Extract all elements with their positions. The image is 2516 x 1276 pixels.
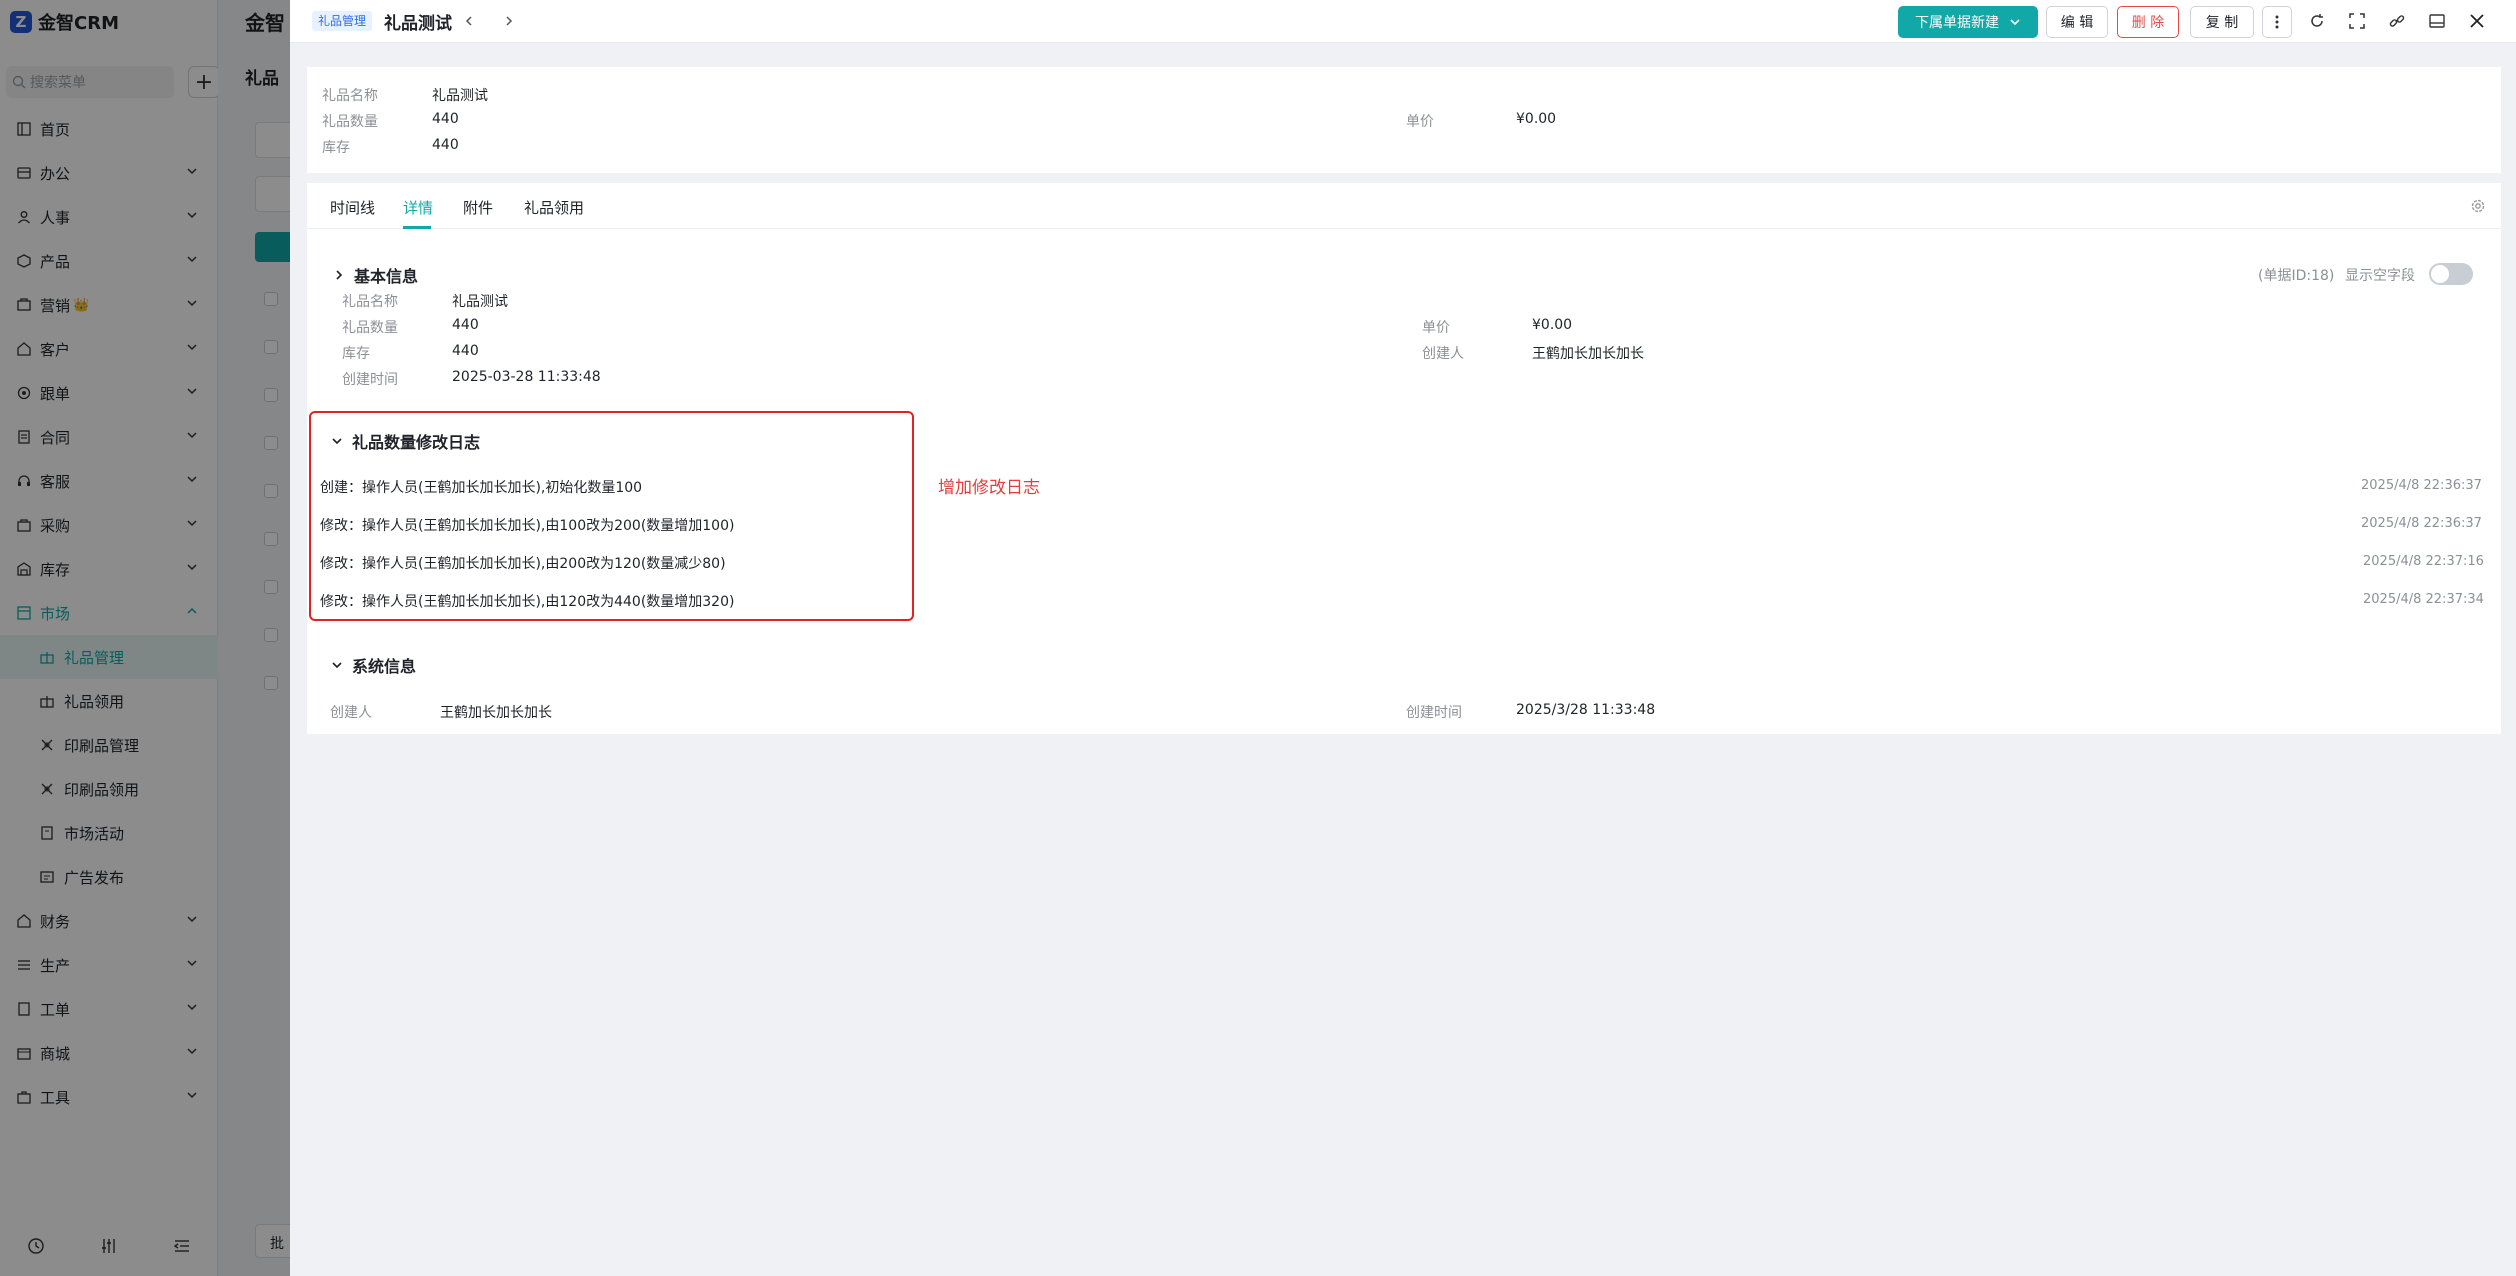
chevron-right-icon [332, 268, 346, 282]
edit-button-label: 编 辑 [2060, 15, 2094, 31]
fullscreen-icon[interactable] [2346, 10, 2368, 32]
summary-card: 礼品名称 礼品测试 礼品数量 440 库存 440 单价 ¥0.00 [307, 67, 2501, 173]
copy-button[interactable]: 复 制 [2190, 6, 2254, 38]
log-entry-time: 2025/4/8 22:37:16 [2363, 554, 2484, 569]
basic-creator-value: 王鹤加长加长加长 [1532, 346, 1644, 362]
summary-name-value: 礼品测试 [432, 88, 488, 104]
basic-stock-label: 库存 [342, 346, 370, 362]
gear-icon[interactable] [2470, 198, 2486, 218]
basic-price-label: 单价 [1422, 320, 1450, 336]
summary-stock-label: 库存 [322, 140, 350, 156]
annotation-text: 增加修改日志 [938, 478, 1040, 498]
basic-created-label: 创建时间 [342, 372, 398, 388]
link-icon[interactable] [2386, 10, 2408, 32]
detail-card: 时间线 详情 附件 礼品领用 基本信息 (单据ID:18) 显示空字段 礼品名称… [307, 183, 2501, 734]
basic-price: 单价 ¥0.00 [1422, 317, 1572, 337]
summary-price: 单价 ¥0.00 [1406, 111, 1556, 131]
system-info-title: 系统信息 [352, 657, 417, 676]
system-creator-label: 创建人 [330, 705, 372, 721]
show-empty-fields-toggle[interactable] [2429, 263, 2473, 285]
system-info-header[interactable]: 系统信息 [330, 653, 416, 677]
log-entry-time: 2025/4/8 22:37:34 [2363, 592, 2484, 607]
next-record-icon[interactable] [500, 12, 518, 30]
basic-creator-label: 创建人 [1422, 346, 1464, 362]
basic-qty: 礼品数量 440 [342, 317, 479, 337]
system-created-value: 2025/3/28 11:33:48 [1516, 702, 1656, 718]
summary-stock-value: 440 [432, 137, 459, 153]
basic-qty-label: 礼品数量 [342, 320, 398, 336]
summary-name-label: 礼品名称 [322, 88, 378, 104]
refresh-icon[interactable] [2306, 10, 2328, 32]
chevron-down-icon [2010, 19, 2020, 26]
toggle-knob [2431, 265, 2449, 283]
basic-name-label: 礼品名称 [342, 294, 398, 310]
drawer-title: 礼品测试 [384, 14, 452, 34]
system-creator: 创建人 王鹤加长加长加长 [330, 702, 552, 722]
tab-timeline[interactable]: 时间线 [330, 197, 375, 218]
log-entry: 修改：操作人员(王鹤加长加长加长),由100改为200(数量增加100) [320, 518, 735, 534]
basic-info-title: 基本信息 [354, 267, 419, 286]
copy-button-label: 复 制 [2205, 15, 2239, 31]
create-sub-document-label: 下属单据新建 [1915, 15, 1999, 31]
delete-button[interactable]: 删 除 [2117, 6, 2179, 38]
summary-price-label: 单价 [1406, 114, 1434, 130]
prev-record-icon[interactable] [460, 12, 478, 30]
system-creator-value: 王鹤加长加长加长 [440, 705, 552, 721]
log-entry: 修改：操作人员(王鹤加长加长加长),由120改为440(数量增加320) [320, 594, 735, 610]
log-entry-time: 2025/4/8 22:36:37 [2361, 516, 2482, 531]
system-created: 创建时间 2025/3/28 11:33:48 [1406, 702, 1655, 722]
basic-name-value: 礼品测试 [452, 294, 508, 310]
basic-qty-value: 440 [452, 317, 479, 333]
tab-gift-claim[interactable]: 礼品领用 [524, 197, 584, 218]
more-button[interactable] [2262, 6, 2292, 38]
summary-qty: 礼品数量 440 [322, 111, 459, 131]
basic-info-header[interactable]: 基本信息 [332, 263, 418, 287]
summary-qty-label: 礼品数量 [322, 114, 378, 130]
detail-drawer: 礼品管理 礼品测试 下属单据新建 编 辑 删 除 复 制 礼品名称 礼品测试 礼品… [290, 0, 2516, 1276]
log-entry: 修改：操作人员(王鹤加长加长加长),由200改为120(数量减少80) [320, 556, 726, 572]
log-entry: 创建：操作人员(王鹤加长加长加长),初始化数量100 [320, 480, 643, 496]
more-vertical-icon [2275, 15, 2279, 29]
dock-icon[interactable] [2426, 10, 2448, 32]
app-root: Z 金智CRM 搜索菜单 + 首页 办公 人事 产品 营销 👑 客户 跟单 合同 … [0, 0, 2516, 1276]
basic-stock: 库存 440 [342, 343, 479, 363]
drawer-header: 礼品管理 礼品测试 下属单据新建 编 辑 删 除 复 制 [290, 0, 2516, 43]
summary-stock: 库存 440 [322, 137, 459, 157]
show-empty-fields-label: 显示空字段 [2345, 268, 2415, 284]
basic-name: 礼品名称 礼品测试 [342, 291, 508, 311]
edit-button[interactable]: 编 辑 [2046, 6, 2108, 38]
chevron-down-icon [330, 434, 344, 448]
create-sub-document-button[interactable]: 下属单据新建 [1898, 6, 2038, 38]
tab-bar: 时间线 详情 附件 礼品领用 [307, 183, 2501, 229]
active-tab-indicator [403, 226, 431, 229]
delete-button-label: 删 除 [2131, 15, 2165, 31]
document-id: (单据ID:18) [2258, 268, 2335, 284]
summary-qty-value: 440 [432, 111, 459, 127]
module-tag: 礼品管理 [312, 11, 373, 31]
tab-details[interactable]: 详情 [403, 197, 433, 218]
quantity-log-title: 礼品数量修改日志 [352, 433, 481, 452]
basic-creator: 创建人 王鹤加长加长加长 [1422, 343, 1644, 363]
basic-created-value: 2025-03-28 11:33:48 [452, 369, 601, 385]
tab-attachments[interactable]: 附件 [463, 197, 493, 218]
basic-created: 创建时间 2025-03-28 11:33:48 [342, 369, 601, 389]
log-entry-time: 2025/4/8 22:36:37 [2361, 478, 2482, 493]
summary-name: 礼品名称 礼品测试 [322, 85, 488, 105]
system-created-label: 创建时间 [1406, 705, 1462, 721]
summary-price-value: ¥0.00 [1516, 111, 1557, 127]
basic-stock-value: 440 [452, 343, 479, 359]
quantity-log-header[interactable]: 礼品数量修改日志 [330, 429, 480, 453]
close-icon[interactable] [2466, 10, 2488, 32]
chevron-down-icon [330, 658, 344, 672]
basic-price-value: ¥0.00 [1532, 317, 1573, 333]
